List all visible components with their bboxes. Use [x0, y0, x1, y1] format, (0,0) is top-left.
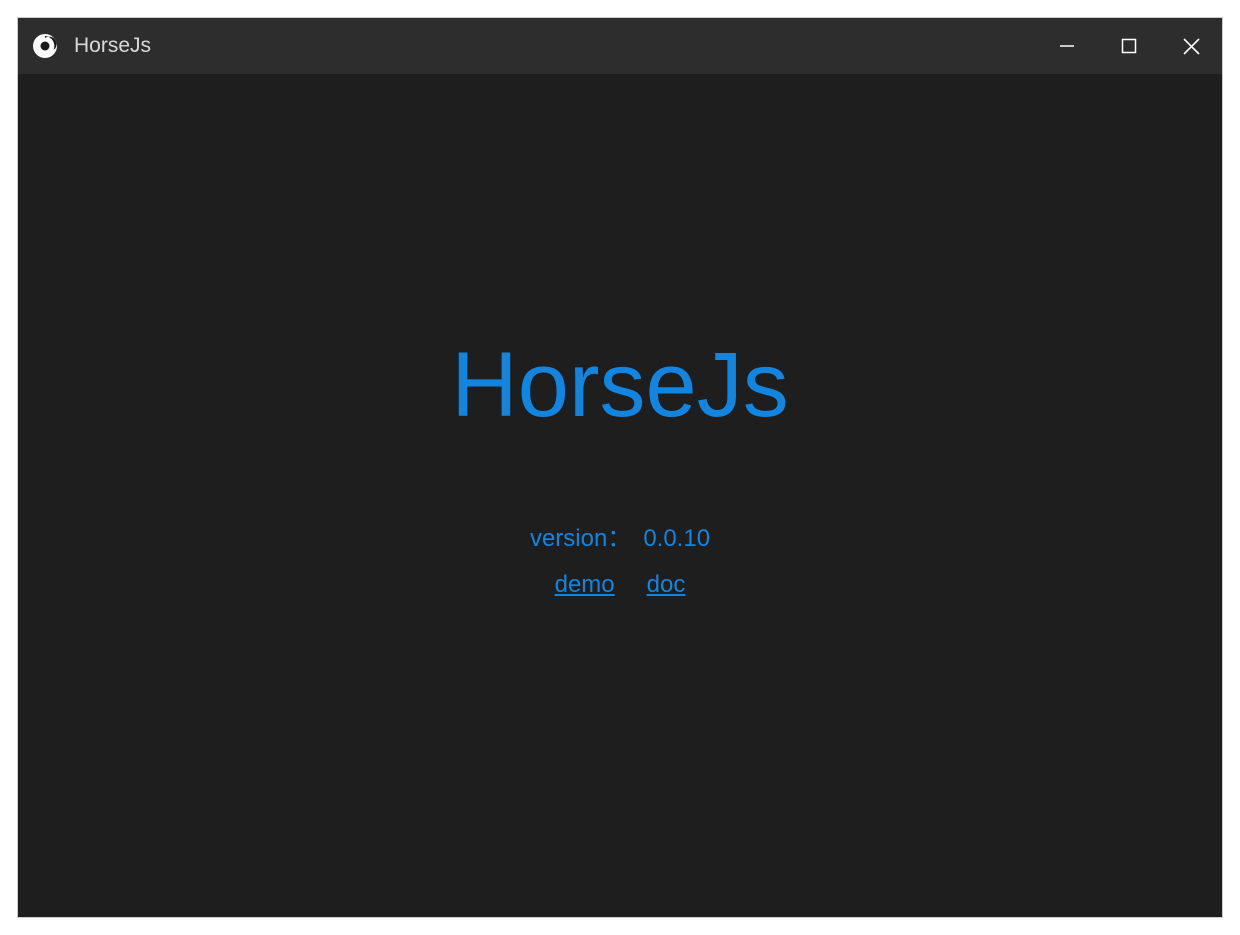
minimize-icon: [1059, 38, 1075, 54]
demo-link[interactable]: demo: [555, 571, 615, 599]
maximize-button[interactable]: [1098, 18, 1160, 74]
window-controls: [1036, 18, 1222, 74]
version-separator: ：: [607, 518, 631, 553]
client-area: HorseJs version ： 0.0.10 demo doc: [18, 74, 1222, 917]
info-block: version ： 0.0.10 demo doc: [530, 518, 710, 599]
close-button[interactable]: [1160, 18, 1222, 74]
app-title: HorseJs: [74, 34, 151, 58]
app-logo-icon: [32, 33, 58, 59]
doc-link[interactable]: doc: [647, 571, 686, 599]
close-icon: [1183, 38, 1200, 55]
links-line: demo doc: [555, 571, 686, 599]
hero-title: HorseJs: [451, 333, 788, 438]
app-window: HorseJs HorseJs: [18, 18, 1222, 917]
version-label: version: [530, 525, 607, 553]
titlebar-left: HorseJs: [32, 33, 151, 59]
minimize-button[interactable]: [1036, 18, 1098, 74]
version-line: version ： 0.0.10: [530, 518, 710, 553]
version-value: 0.0.10: [643, 525, 710, 553]
titlebar[interactable]: HorseJs: [18, 18, 1222, 74]
maximize-icon: [1121, 38, 1137, 54]
